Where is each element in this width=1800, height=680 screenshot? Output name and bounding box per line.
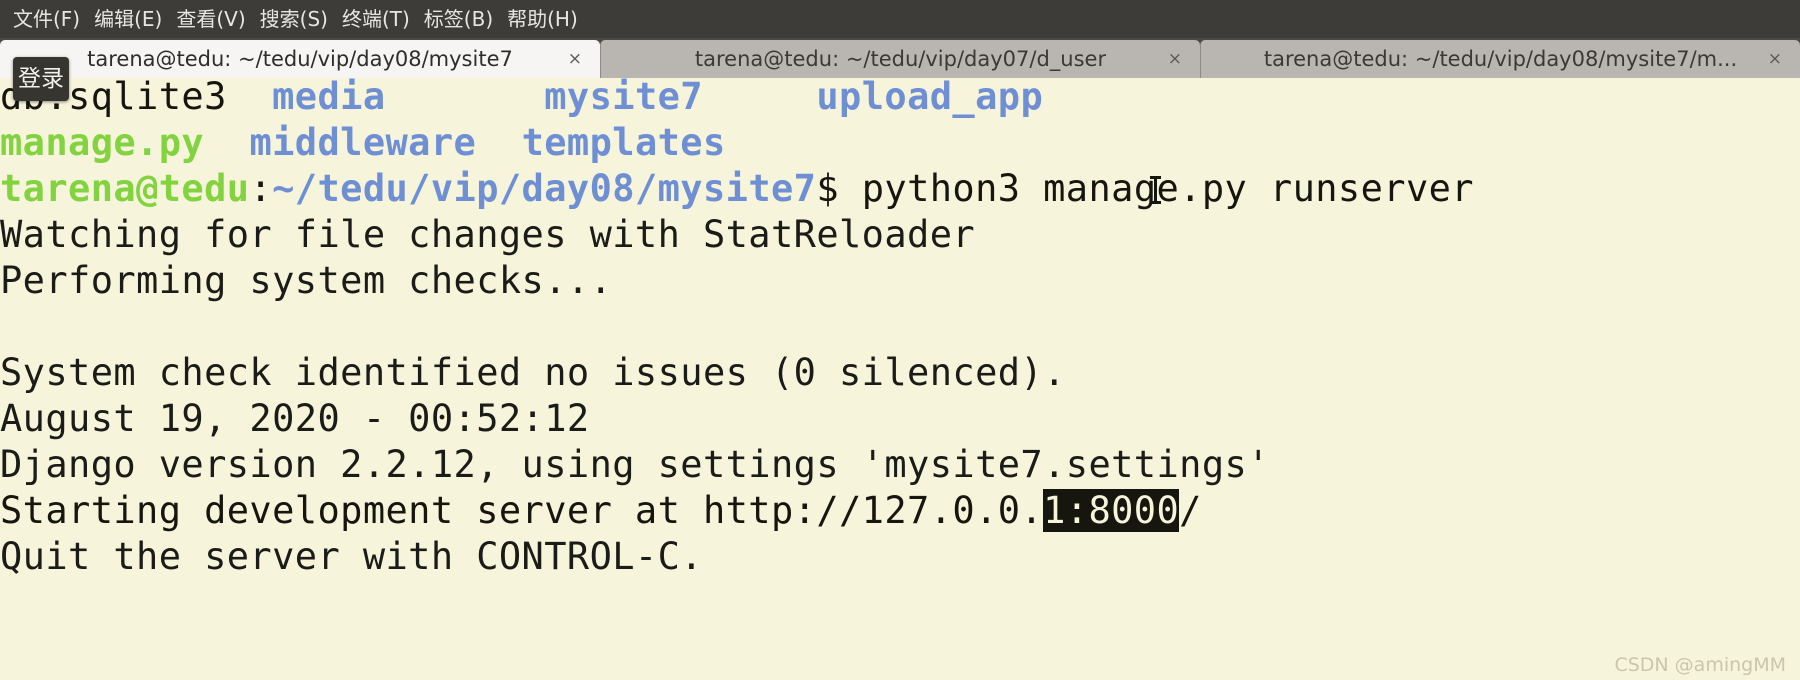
menu-item-help[interactable]: 帮助(H) xyxy=(500,0,585,38)
tab-bar: tarena@tedu: ~/tedu/vip/day08/mysite7 × … xyxy=(0,38,1800,78)
login-badge-overlay[interactable]: 登录 xyxy=(13,57,69,101)
server-address-prefix: Starting development server at http://12… xyxy=(0,489,1044,532)
terminal-line-listing-1: db.sqlite3 media mysite7 upload_app xyxy=(0,78,1043,120)
terminal-tab-2[interactable]: tarena@tedu: ~/tedu/vip/day07/d_user × xyxy=(600,40,1200,78)
terminal-prompt-line: tarena@tedu:~/tedu/vip/day08/mysite7$ py… xyxy=(0,166,1474,212)
terminal-line-listing-2: manage.py middleware templates xyxy=(0,120,726,166)
terminal-output-area[interactable]: db.sqlite3 media mysite7 upload_app mana… xyxy=(0,78,1800,680)
dir-middleware: middleware xyxy=(249,121,477,164)
prompt-user-host: tarena@tedu xyxy=(0,167,250,210)
close-icon[interactable]: × xyxy=(1168,50,1182,68)
server-address-suffix: / xyxy=(1179,489,1202,532)
terminal-line-django-version: Django version 2.2.12, using settings 'm… xyxy=(0,443,1270,486)
close-icon[interactable]: × xyxy=(1768,50,1782,68)
tab-title-2: tarena@tedu: ~/tedu/vip/day07/d_user xyxy=(694,47,1107,71)
terminal-line-performing-checks: Performing system checks... xyxy=(0,259,613,302)
prompt-separator: : xyxy=(249,167,273,210)
terminal-window: 文件(F) 编辑(E) 查看(V) 搜索(S) 终端(T) 标签(B) 帮助(H… xyxy=(0,0,1800,680)
terminal-line-date: August 19, 2020 - 00:52:12 xyxy=(0,397,590,440)
dir-mysite7: mysite7 xyxy=(544,78,703,118)
terminal-tab-1[interactable]: tarena@tedu: ~/tedu/vip/day08/mysite7 × xyxy=(0,40,600,78)
tab-title-3: tarena@tedu: ~/tedu/vip/day08/mysite7/m.… xyxy=(1263,47,1738,71)
menu-item-tabs[interactable]: 标签(B) xyxy=(417,0,500,38)
dir-templates: templates xyxy=(521,121,726,164)
terminal-line-watching: Watching for file changes with StatReloa… xyxy=(0,213,976,256)
dir-media: media xyxy=(272,78,386,118)
menu-bar: 文件(F) 编辑(E) 查看(V) 搜索(S) 终端(T) 标签(B) 帮助(H… xyxy=(0,0,1800,38)
prompt-sigil: $ xyxy=(816,167,840,210)
menu-item-search[interactable]: 搜索(S) xyxy=(253,0,335,38)
dir-upload-app: upload_app xyxy=(816,78,1044,118)
terminal-line-server-address: Starting development server at http://12… xyxy=(0,488,1202,534)
watermark-label: CSDN @amingMM xyxy=(1614,654,1786,676)
terminal-tab-3[interactable]: tarena@tedu: ~/tedu/vip/day08/mysite7/m.… xyxy=(1200,40,1800,78)
exec-manage-py: manage.py xyxy=(0,121,205,164)
login-badge-label: 登录 xyxy=(18,65,64,92)
menu-item-view[interactable]: 查看(V) xyxy=(169,0,252,38)
close-icon[interactable]: × xyxy=(568,50,582,68)
tab-title-1: tarena@tedu: ~/tedu/vip/day08/mysite7 xyxy=(87,47,513,71)
selected-text-port[interactable]: 1:8000 xyxy=(1043,489,1180,532)
menu-item-file[interactable]: 文件(F) xyxy=(6,0,87,38)
prompt-path: ~/tedu/vip/day08/mysite7 xyxy=(272,167,817,210)
menu-item-terminal[interactable]: 终端(T) xyxy=(335,0,417,38)
menu-item-edit[interactable]: 编辑(E) xyxy=(87,0,169,38)
terminal-line-quit-hint: Quit the server with CONTROL-C. xyxy=(0,535,703,578)
terminal-line-system-check: System check identified no issues (0 sil… xyxy=(0,351,1066,394)
text-cursor-icon xyxy=(1150,175,1161,205)
